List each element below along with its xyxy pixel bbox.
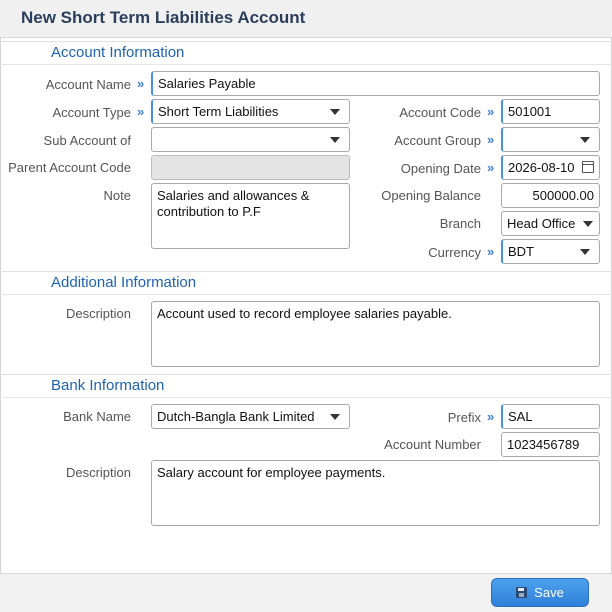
account-type-value: Short Term Liabilities (158, 104, 279, 119)
account-group-select[interactable] (501, 127, 600, 152)
branch-select[interactable]: Head Office (501, 211, 600, 236)
dialog-title: New Short Term Liabilities Account (21, 8, 306, 27)
bank-name-label: Bank Name (63, 409, 131, 424)
bank-description-textarea[interactable]: Salary account for employee payments. (151, 460, 600, 526)
prefix-input[interactable]: SAL (501, 404, 600, 429)
sub-account-of-select[interactable] (151, 127, 350, 152)
currency-label: Currency (428, 245, 481, 260)
account-number-label: Account Number (384, 437, 481, 452)
save-button-label: Save (534, 585, 564, 600)
section-title: Account Information (51, 44, 185, 61)
account-name-label: Account Name (45, 77, 131, 92)
account-number-input[interactable]: 1023456789 (501, 432, 600, 457)
account-code-input[interactable]: 501001 (501, 99, 600, 124)
additional-description-label: Description (65, 306, 131, 321)
bank-description-label: Description (65, 465, 131, 480)
section-account-information: Account Information (0, 41, 612, 65)
caret-down-icon (583, 221, 593, 227)
required-icon: » (137, 76, 144, 91)
opening-date-label: Opening Date (400, 161, 481, 176)
section-additional-information: Additional Information (0, 271, 612, 295)
calendar-icon[interactable] (582, 161, 594, 173)
required-icon: » (487, 104, 494, 119)
currency-value: BDT (508, 244, 534, 259)
opening-balance-input[interactable]: 500000.00 (501, 183, 600, 208)
section-title: Additional Information (51, 274, 197, 291)
sub-account-of-label: Sub Account of (43, 133, 131, 148)
account-type-select[interactable]: Short Term Liabilities (151, 99, 350, 124)
additional-description-textarea[interactable]: Account used to record employee salaries… (151, 301, 600, 367)
account-group-label: Account Group (394, 133, 481, 148)
account-type-label: Account Type (52, 105, 131, 120)
caret-down-icon (580, 137, 590, 143)
branch-label: Branch (439, 216, 481, 231)
note-label: Note (103, 188, 131, 203)
opening-date-input[interactable]: 2026-08-10 (501, 155, 600, 180)
caret-down-icon (330, 137, 340, 143)
caret-down-icon (330, 414, 340, 420)
prefix-label: Prefix (447, 410, 481, 425)
caret-down-icon (580, 249, 590, 255)
save-button[interactable]: Save (491, 578, 589, 607)
parent-account-code-input (151, 155, 350, 180)
required-icon: » (487, 160, 494, 175)
account-name-input[interactable]: Salaries Payable (151, 71, 600, 96)
note-textarea[interactable]: Salaries and allowances & contribution t… (151, 183, 350, 249)
bank-name-select[interactable]: Dutch-Bangla Bank Limited (151, 404, 350, 429)
branch-value: Head Office (507, 216, 576, 231)
caret-down-icon (330, 109, 340, 115)
required-icon: » (487, 244, 494, 259)
opening-balance-label: Opening Balance (381, 188, 481, 203)
bank-name-value: Dutch-Bangla Bank Limited (157, 409, 315, 424)
parent-account-code-label: Parent Account Code (8, 160, 131, 175)
opening-date-value: 2026-08-10 (508, 160, 575, 175)
floppy-disk-icon (516, 587, 528, 598)
title-bar: New Short Term Liabilities Account (0, 0, 612, 38)
account-code-label: Account Code (399, 105, 481, 120)
required-icon: » (137, 104, 144, 119)
required-icon: » (487, 409, 494, 424)
required-icon: » (487, 132, 494, 147)
currency-select[interactable]: BDT (501, 239, 600, 264)
section-title: Bank Information (51, 377, 165, 394)
section-bank-information: Bank Information (0, 374, 612, 398)
